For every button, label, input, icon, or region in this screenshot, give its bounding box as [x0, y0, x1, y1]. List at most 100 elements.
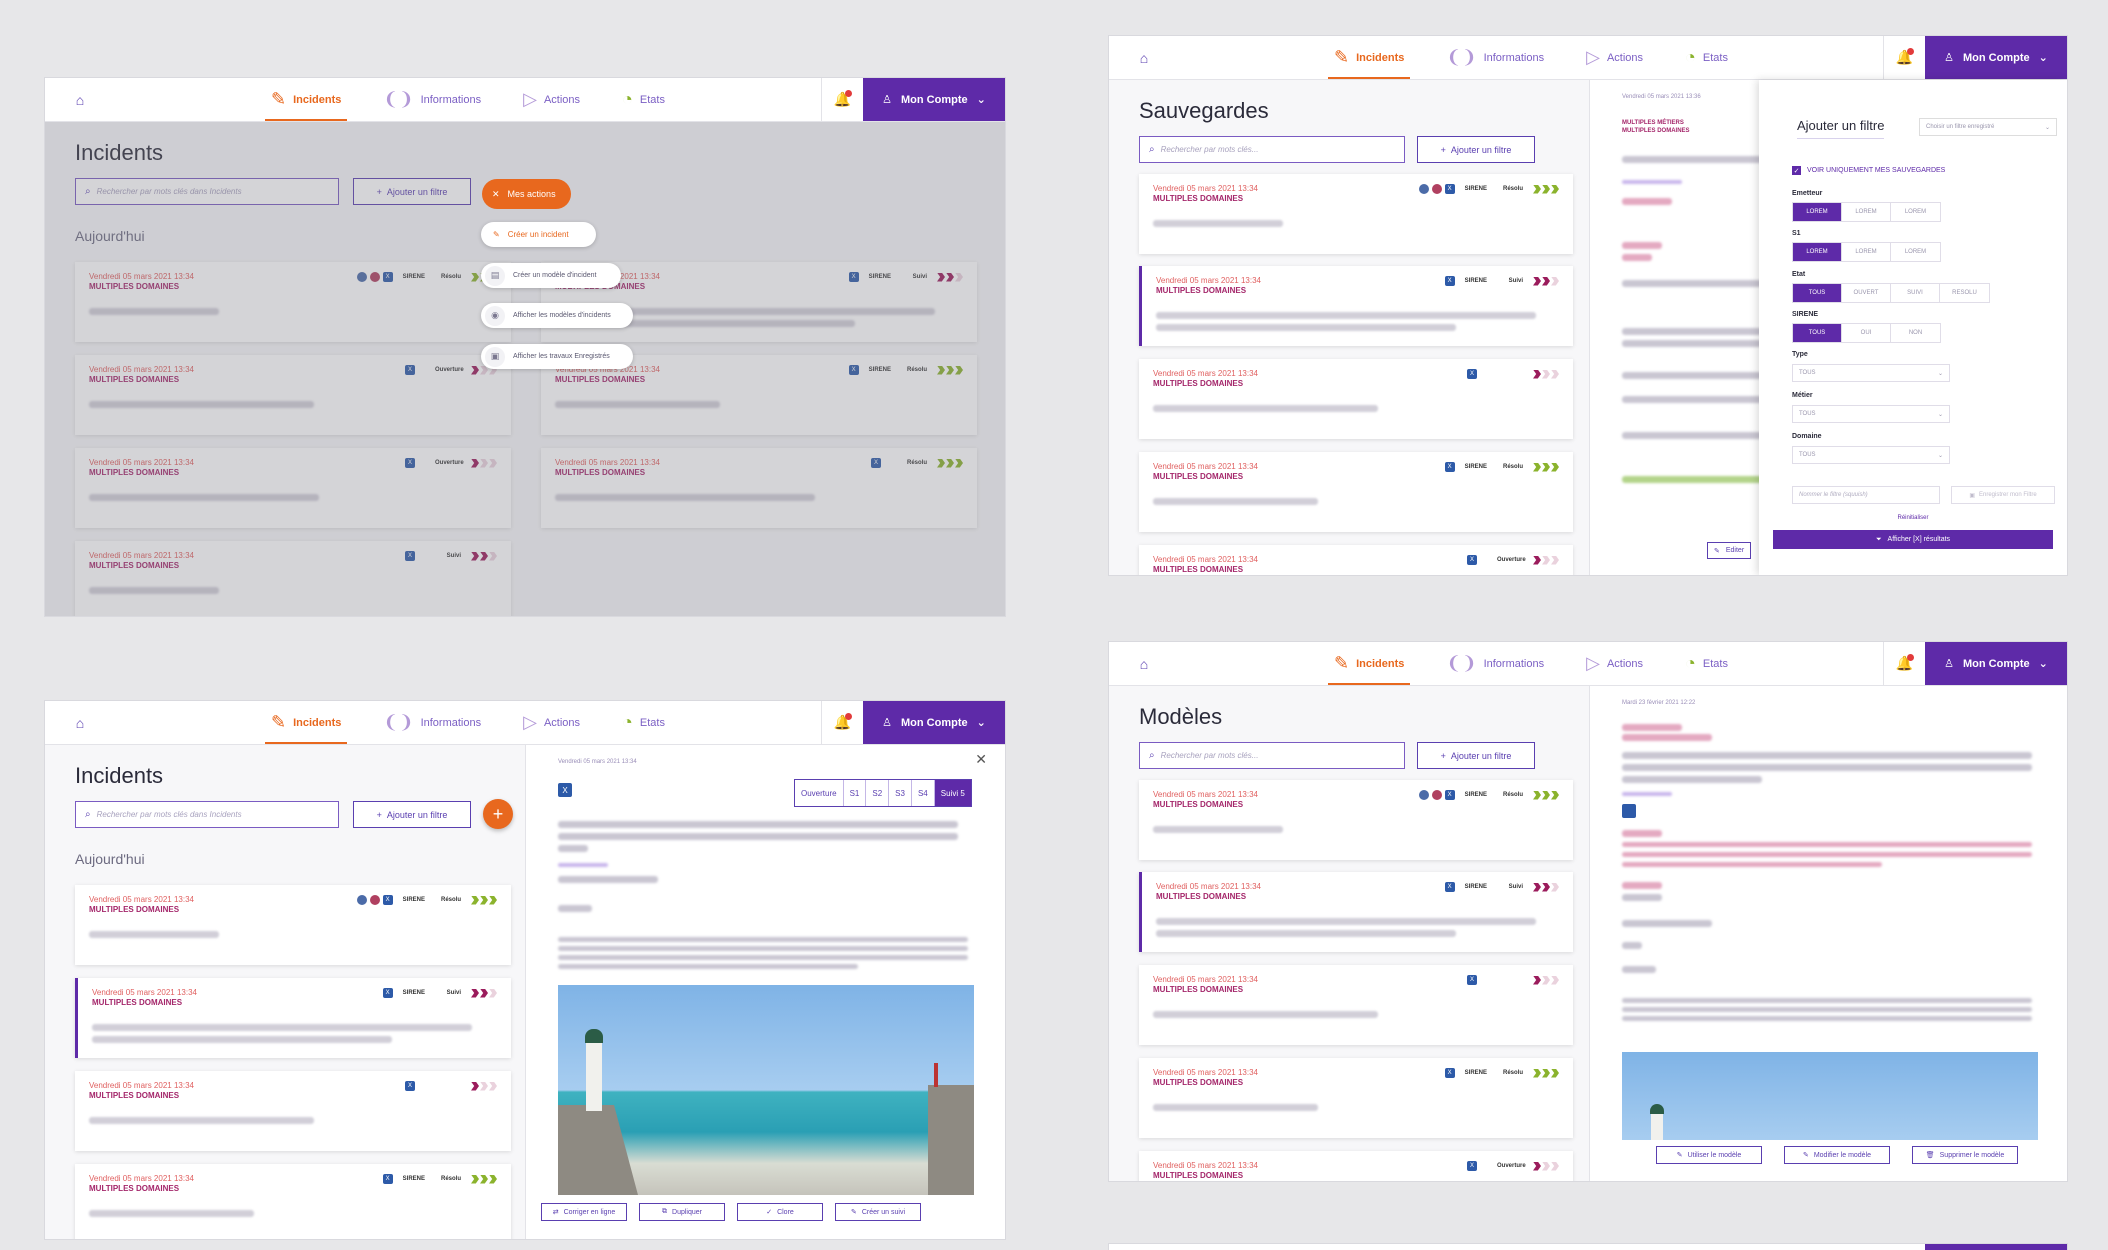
- list-item-selected[interactable]: Vendredi 05 mars 2021 13:34 MULTIPLES DOM…: [75, 978, 511, 1058]
- use-model-button[interactable]: ✎ Utiliser le modèle: [1656, 1146, 1762, 1164]
- list-item[interactable]: Vendredi 05 mars 2021 13:34MULTIPLES DOM…: [1139, 780, 1573, 860]
- metier-select[interactable]: TOUS ⌄: [1792, 405, 1950, 423]
- document-icon: ▤: [485, 265, 505, 286]
- list-item[interactable]: Vendredi 05 mars 2021 13:34MULTIPLES DOM…: [1139, 452, 1573, 532]
- notifications-bell-icon[interactable]: 🔔: [1883, 642, 1925, 685]
- create-followup-button[interactable]: ✎ Créer un suivi: [835, 1203, 921, 1221]
- account-button[interactable]: ♙ Mon Compte ⌄: [1925, 36, 2067, 79]
- list-item[interactable]: Vendredi 05 mars 2021 13:34MULTIPLES DOM…: [75, 1071, 511, 1151]
- tab-etats[interactable]: ◔ Etats: [616, 701, 671, 744]
- close-icon[interactable]: ✕: [975, 751, 987, 768]
- my-actions-button[interactable]: ✕ Mes actions: [482, 179, 571, 209]
- status-chevrons: [1533, 790, 1559, 800]
- status-chevrons: [1533, 555, 1559, 565]
- cropped-screen: [1108, 1243, 2068, 1250]
- account-button[interactable]: [1925, 1244, 2067, 1250]
- create-model-menu-item[interactable]: ▤ Créer un modèle d'incident: [481, 263, 621, 288]
- duplicate-button[interactable]: ⧉ Dupliquer: [639, 1203, 725, 1221]
- home-icon[interactable]: ⌂: [45, 701, 115, 744]
- add-filter-button[interactable]: + Ajouter un filtre: [1417, 136, 1535, 163]
- tab-informations[interactable]: ❨❩ Informations: [1440, 36, 1550, 79]
- sirene-segmented[interactable]: TOUS OUI NON: [1792, 323, 1941, 343]
- close-incident-button[interactable]: ✓ Clore: [737, 1203, 823, 1221]
- home-icon[interactable]: ⌂: [45, 78, 115, 121]
- tab-actions[interactable]: ▷ Actions: [1580, 642, 1649, 685]
- list-item[interactable]: Vendredi 05 mars 2021 13:34MULTIPLES DOM…: [75, 885, 511, 965]
- user-icon: ♙: [1944, 52, 1955, 64]
- list-item[interactable]: Vendredi 05 mars 2021 13:34MULTIPLES DOM…: [1139, 545, 1573, 575]
- plus-icon: +: [1440, 750, 1446, 761]
- reset-link[interactable]: Réinitialiser: [1759, 515, 2067, 521]
- list-item-selected[interactable]: Vendredi 05 mars 2021 13:34 MULTIPLES DOM…: [1139, 872, 1573, 952]
- domaine-select[interactable]: TOUS ⌄: [1792, 446, 1950, 464]
- status-chevrons: [471, 988, 497, 998]
- create-incident-menu-item[interactable]: ✎ Créer un incident: [481, 222, 596, 247]
- plus-icon: +: [376, 809, 382, 820]
- incident-detail-screen: ⌂ ✎ Incidents ❨❩ Informations ▷ Actions ◔ Et…: [44, 700, 1006, 1240]
- list-item-selected[interactable]: Vendredi 05 mars 2021 13:34 MULTIPLES DOM…: [1139, 266, 1573, 346]
- edit-button[interactable]: ✎ Editer: [1707, 542, 1752, 559]
- section-title: Aujourd'hui: [75, 851, 145, 867]
- edit-model-button[interactable]: ✎ Modifier le modèle: [1784, 1146, 1890, 1164]
- list-item[interactable]: Vendredi 05 mars 2021 13:34MULTIPLES DOM…: [1139, 174, 1573, 254]
- list-item[interactable]: Vendredi 05 mars 2021 13:34MULTIPLES DOM…: [75, 1164, 511, 1239]
- add-filter-button[interactable]: + Ajouter un filtre: [1417, 742, 1535, 769]
- search-input[interactable]: ⌕ Rechercher par mots clés...: [1139, 136, 1405, 163]
- s1-segmented[interactable]: LOREM LOREM LOREM: [1792, 242, 1941, 262]
- eye-icon: ◉: [485, 305, 505, 326]
- list-item[interactable]: Vendredi 05 mars 2021 13:34MULTIPLES DOM…: [1139, 1151, 1573, 1181]
- list-item[interactable]: Vendredi 05 mars 2021 13:34MULTIPLES DOM…: [1139, 359, 1573, 439]
- show-saved-menu-item[interactable]: ▣ Afficher les travaux Enregistrés: [481, 344, 633, 369]
- top-nav: ⌂ ✎ Incidents ❨❩ Informations ▷ Actions ◔ Et…: [1109, 642, 2067, 686]
- correct-online-button[interactable]: ⇄ Corriger en ligne: [541, 1203, 627, 1221]
- tab-informations[interactable]: ❨❩ Informations: [377, 78, 487, 121]
- add-filter-button[interactable]: + Ajouter un filtre: [353, 801, 471, 828]
- add-incident-button[interactable]: +: [483, 799, 513, 829]
- tab-incidents[interactable]: ✎ Incidents: [1328, 642, 1411, 685]
- show-results-button[interactable]: ⏷ Afficher [X] résultats: [1773, 530, 2053, 549]
- tab-etats[interactable]: ◔ Etats: [1679, 642, 1734, 685]
- emetteur-segmented[interactable]: LOREM LOREM LOREM: [1792, 202, 1941, 222]
- filter-name-input[interactable]: Nommer le filtre (squuish): [1792, 486, 1940, 504]
- tab-informations[interactable]: ❨❩ Informations: [1440, 642, 1550, 685]
- step-tracker[interactable]: Ouverture S1 S2 S3 S4 Suivi 5: [794, 779, 972, 807]
- search-input[interactable]: ⌕ Rechercher par mots clés dans Incidents: [75, 801, 339, 828]
- saved-filter-select[interactable]: Choisir un filtre enregistré ⌄: [1919, 118, 2057, 136]
- save-icon: ▣: [485, 346, 505, 367]
- tab-incidents[interactable]: ✎ Incidents: [265, 78, 348, 121]
- save-filter-button[interactable]: ▣ Enregistrer mon Filtre: [1951, 486, 2055, 504]
- delete-model-button[interactable]: 🗑 Supprimer le modèle: [1912, 1146, 2018, 1164]
- org-logo-icon: X: [1444, 276, 1455, 286]
- account-button[interactable]: ♙ Mon Compte ⌄: [1925, 642, 2067, 685]
- org-logo-icon: [1418, 790, 1429, 800]
- type-select[interactable]: TOUS ⌄: [1792, 364, 1950, 382]
- tab-actions[interactable]: ▷ Actions: [517, 78, 586, 121]
- lighthouse-photo: [558, 985, 974, 1195]
- etat-segmented[interactable]: TOUS OUVERT SUIVI RESOLU: [1792, 283, 1990, 303]
- tab-etats[interactable]: ◔ Etats: [616, 78, 671, 121]
- main-content: Sauvegardes ⌕ Rechercher par mots clés...…: [1109, 80, 1589, 575]
- account-button[interactable]: ♙ Mon Compte ⌄: [863, 701, 1005, 744]
- tab-incidents[interactable]: ✎ Incidents: [265, 701, 348, 744]
- search-input[interactable]: ⌕ Rechercher par mots clés...: [1139, 742, 1405, 769]
- only-mine-checkbox[interactable]: ✓ VOIR UNIQUEMENT MES SAUVEGARDES: [1792, 166, 1945, 175]
- home-icon[interactable]: ⌂: [1109, 642, 1179, 685]
- org-logo-icon: X: [1444, 790, 1455, 800]
- user-icon: ♙: [882, 94, 893, 106]
- tab-etats[interactable]: ◔ Etats: [1679, 36, 1734, 79]
- account-button[interactable]: ♙ Mon Compte ⌄: [863, 78, 1005, 121]
- show-models-menu-item[interactable]: ◉ Afficher les modèles d'incidents: [481, 303, 633, 328]
- tab-incidents[interactable]: ✎ Incidents: [1328, 36, 1411, 79]
- home-icon[interactable]: ⌂: [1109, 36, 1179, 79]
- notifications-bell-icon[interactable]: 🔔: [821, 78, 863, 121]
- status-chevrons: [1533, 975, 1559, 985]
- list-item[interactable]: Vendredi 05 mars 2021 13:34MULTIPLES DOM…: [1139, 965, 1573, 1045]
- tab-informations[interactable]: ❨❩ Informations: [377, 701, 487, 744]
- notifications-bell-icon[interactable]: 🔔: [1883, 36, 1925, 79]
- notifications-bell-icon[interactable]: 🔔: [821, 701, 863, 744]
- tab-actions[interactable]: ▷ Actions: [517, 701, 586, 744]
- status-chevrons: [1533, 882, 1559, 892]
- tab-actions[interactable]: ▷ Actions: [1580, 36, 1649, 79]
- list-item[interactable]: Vendredi 05 mars 2021 13:34MULTIPLES DOM…: [1139, 1058, 1573, 1138]
- status-chevrons: [471, 895, 497, 905]
